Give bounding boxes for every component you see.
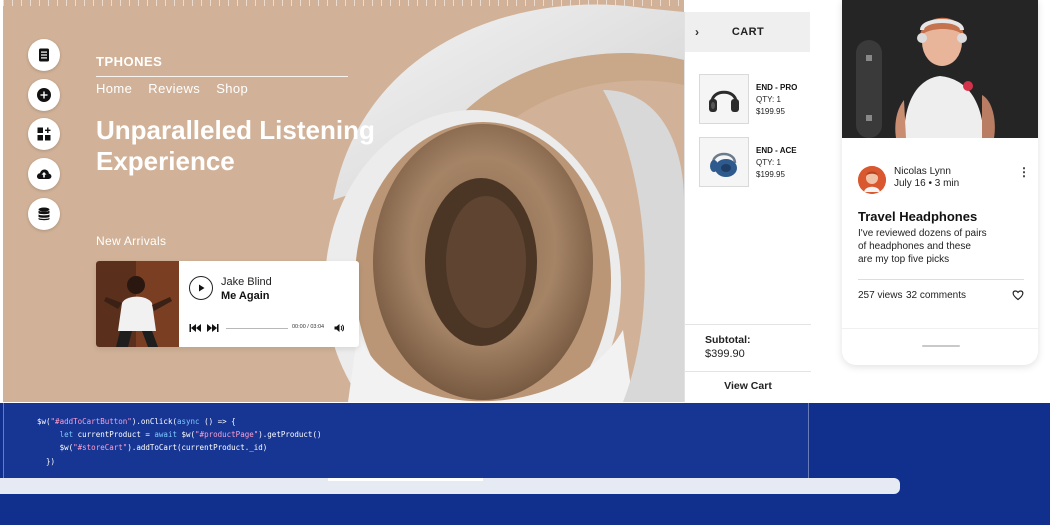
main-nav: Home Reviews Shop xyxy=(96,81,248,96)
cart-item-qty: QTY: 1 xyxy=(756,95,781,104)
brand-divider xyxy=(96,76,348,77)
hero-headline: Unparalleled Listening Experience xyxy=(96,115,375,176)
nav-reviews[interactable]: Reviews xyxy=(148,81,200,96)
brand-logo[interactable]: TPHONES xyxy=(96,54,162,69)
post-title[interactable]: Travel Headphones xyxy=(858,209,977,224)
upload-button[interactable] xyxy=(28,158,60,190)
music-player: Jake Blind Me Again 00:00 / 03:04 xyxy=(96,261,359,347)
cart-item[interactable]: END - ACE QTY: 1 $199.95 xyxy=(699,137,807,187)
play-icon xyxy=(199,284,205,292)
song-title: Me Again xyxy=(221,290,270,302)
cart-item-thumbnail xyxy=(699,137,749,187)
code-line: }) xyxy=(37,457,56,466)
cart-item-price: $199.95 xyxy=(756,107,785,116)
heart-icon[interactable] xyxy=(1012,289,1024,301)
blog-cover-photo xyxy=(842,0,1038,138)
apps-icon xyxy=(37,127,51,141)
subtotal-label: Subtotal: xyxy=(705,334,751,346)
view-cart-button[interactable]: View Cart xyxy=(685,380,811,392)
more-options-icon[interactable]: ⋮ xyxy=(1018,166,1030,181)
comment-count[interactable]: 32 comments xyxy=(906,290,966,301)
new-arrivals-label: New Arrivals xyxy=(96,234,167,248)
avatar-image xyxy=(858,166,886,194)
blog-post-card: Nicolas Lynn July 16 • 3 min ⋮ Travel He… xyxy=(842,0,1038,365)
album-art xyxy=(96,261,179,347)
page-icon xyxy=(39,48,49,62)
previous-track-icon[interactable] xyxy=(189,323,201,333)
author-name[interactable]: Nicolas Lynn xyxy=(894,166,951,177)
post-date: July 16 • 3 min xyxy=(894,178,960,189)
volume-icon[interactable] xyxy=(334,323,344,333)
progress-bar[interactable] xyxy=(226,328,288,329)
view-count: 257 views xyxy=(858,290,903,301)
headphones-blue-icon xyxy=(710,152,737,177)
nav-shop[interactable]: Shop xyxy=(216,81,248,96)
cart-divider xyxy=(685,371,811,372)
code-line: $w("#addToCartButton").onClick(async () … xyxy=(37,417,236,426)
product-hero: TPHONES Home Reviews Shop Unparalleled L… xyxy=(3,0,684,402)
database-button[interactable] xyxy=(28,198,60,230)
add-button[interactable] xyxy=(28,79,60,111)
cloud-upload-icon xyxy=(36,169,52,179)
scrollbar-thumb[interactable] xyxy=(328,478,483,481)
cart-item-thumbnail xyxy=(699,74,749,124)
cart-item-qty: QTY: 1 xyxy=(756,158,781,167)
cart-item-price: $199.95 xyxy=(756,170,785,179)
cart-item-name: END - ACE xyxy=(756,146,797,155)
apps-button[interactable] xyxy=(28,118,60,150)
blog-divider xyxy=(858,279,1024,280)
cart-item[interactable]: END - PRO QTY: 1 $199.95 xyxy=(699,74,807,124)
play-button[interactable] xyxy=(189,276,213,300)
cart-header: › CART xyxy=(685,12,810,52)
track-time: 00:00 / 03:04 xyxy=(292,324,325,330)
author-avatar[interactable] xyxy=(858,166,886,194)
database-icon xyxy=(38,207,50,221)
home-indicator xyxy=(922,345,960,347)
cart-item-name: END - PRO xyxy=(756,83,798,92)
subtotal-value: $399.90 xyxy=(705,348,745,360)
post-excerpt: I've reviewed dozens of pairs of headpho… xyxy=(858,228,987,265)
code-line: let currentProduct = await $w("#productP… xyxy=(59,430,322,439)
page-button[interactable] xyxy=(28,39,60,71)
nav-home[interactable]: Home xyxy=(96,81,132,96)
artist-name: Jake Blind xyxy=(221,276,272,288)
code-editor[interactable]: $w("#addToCartButton").onClick(async () … xyxy=(3,403,809,479)
cart-divider xyxy=(685,324,811,325)
cart-title: CART xyxy=(731,26,765,38)
add-icon xyxy=(37,88,51,102)
headphones-dark-icon xyxy=(709,90,739,112)
next-track-icon[interactable] xyxy=(207,323,219,333)
cart-panel: › CART END - PRO QTY: 1 $199.95 END - AC… xyxy=(684,12,811,402)
code-line: $w("#storeCart").addToCart(currentProduc… xyxy=(37,443,268,452)
